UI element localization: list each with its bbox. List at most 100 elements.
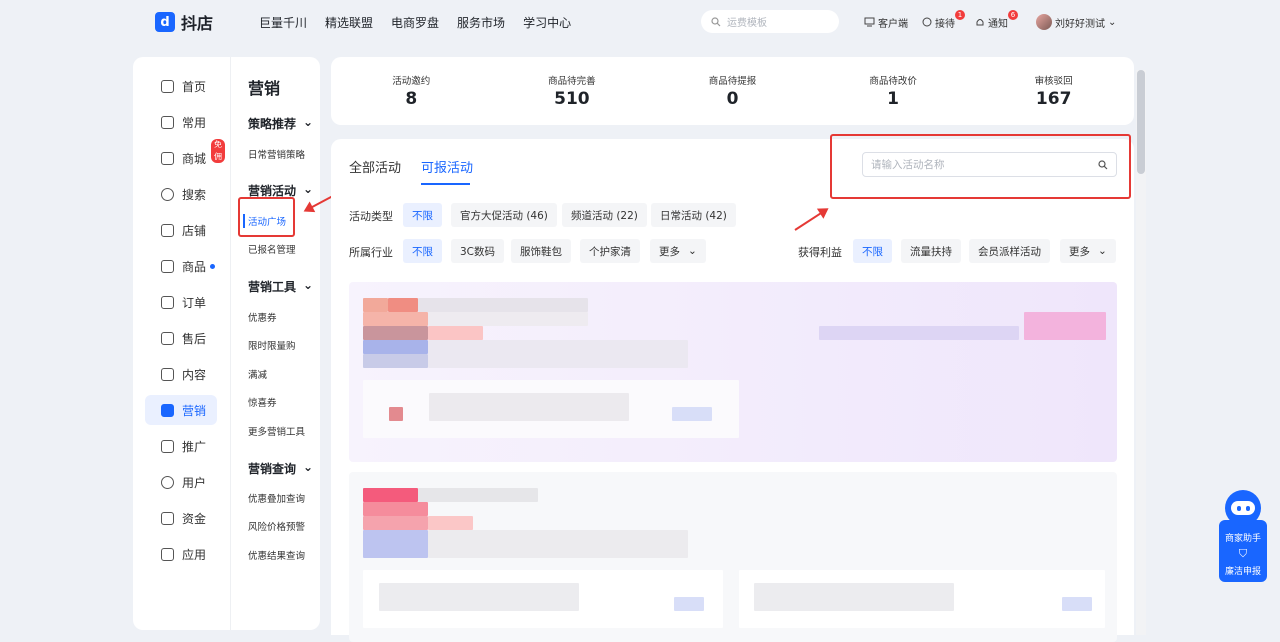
headset-icon xyxy=(922,17,932,27)
filter-benefit-option[interactable]: 不限 xyxy=(853,239,892,263)
search-icon xyxy=(161,187,174,201)
filter-industry-option[interactable]: 不限 xyxy=(403,239,442,263)
client-link[interactable]: 客户端 xyxy=(864,15,908,30)
sidebar-item-search[interactable]: 搜索 xyxy=(145,179,217,209)
blurred-content xyxy=(363,340,428,354)
subnav-item[interactable]: 优惠券 xyxy=(248,310,277,324)
filter-industry-option[interactable]: 个护家清 xyxy=(580,239,640,263)
subnav-item[interactable]: 已报名管理 xyxy=(248,242,296,256)
chevron-down-icon: ⌄ xyxy=(302,460,313,474)
brand-logo[interactable]: d 抖店 xyxy=(155,10,213,34)
blurred-content xyxy=(428,516,473,530)
activity-card[interactable] xyxy=(349,282,1117,462)
filter-type-option[interactable]: 频道活动 (22) xyxy=(562,203,647,227)
scrollbar-thumb[interactable] xyxy=(1137,70,1145,174)
notice-badge: 6 xyxy=(1008,9,1018,20)
filter-benefit-more[interactable]: 更多 ⌄ xyxy=(1060,239,1116,263)
merchant-assistant[interactable]: 商家助手 ⛉ 廉洁申报 xyxy=(1219,486,1267,582)
blurred-content xyxy=(429,393,629,421)
tab-available-activities[interactable]: 可报活动 xyxy=(421,157,473,176)
robot-icon xyxy=(1225,490,1261,526)
notice-link[interactable]: 通知 6 xyxy=(975,9,1018,30)
topnav-item[interactable]: 电商罗盘 xyxy=(391,14,439,31)
filter-type-option[interactable]: 官方大促活动 (46) xyxy=(451,203,557,227)
sidebar-item-funds[interactable]: 资金 xyxy=(145,503,217,533)
new-dot xyxy=(210,263,216,269)
topnav-item[interactable]: 精选联盟 xyxy=(325,14,373,31)
blurred-content xyxy=(418,298,588,312)
free-commission-badge: 免佣 xyxy=(211,139,225,163)
subnav-item[interactable]: 优惠叠加查询 xyxy=(248,491,305,505)
filter-type-option[interactable]: 不限 xyxy=(403,203,442,227)
subnav-item[interactable]: 优惠结果查询 xyxy=(248,548,305,562)
sidebar-item-label: 资金 xyxy=(182,511,207,526)
sidebar-item-common[interactable]: 常用 xyxy=(145,107,217,137)
blurred-content xyxy=(819,326,1019,340)
tab-all-activities[interactable]: 全部活动 xyxy=(349,157,401,176)
topnav-item[interactable]: 巨量千川 xyxy=(259,14,307,31)
stat-goods-pending[interactable]: 商品待提报 0 xyxy=(652,57,813,125)
topnav-item[interactable]: 服务市场 xyxy=(457,14,505,31)
sidebar-item-store[interactable]: 店铺 xyxy=(145,215,217,245)
subnav-item[interactable]: 惊喜券 xyxy=(248,395,277,409)
sidebar-item-promote[interactable]: 推广 xyxy=(145,431,217,461)
sidebar-item-label: 常用 xyxy=(182,115,207,130)
filter-industry-option[interactable]: 3C数码 xyxy=(451,239,505,263)
filter-industry-option[interactable]: 服饰鞋包 xyxy=(511,239,571,263)
sidebar-item-mall[interactable]: 商城 免佣 xyxy=(145,139,225,173)
subnav-group-label: 营销查询 xyxy=(248,462,297,476)
sidebar-item-content[interactable]: 内容 xyxy=(145,359,217,389)
blurred-content xyxy=(1024,312,1106,340)
store-icon xyxy=(161,223,174,237)
stat-label: 审核驳回 xyxy=(1034,76,1073,87)
subnav-item[interactable]: 限时限量购 xyxy=(248,338,296,352)
filter-benefit-option[interactable]: 会员派样活动 xyxy=(969,239,1050,263)
blurred-content xyxy=(428,312,588,326)
sidebar-item-aftersale[interactable]: 售后 xyxy=(145,323,217,353)
sidebar-item-orders[interactable]: 订单 xyxy=(145,287,217,317)
logo-icon: d xyxy=(155,12,175,32)
subnav-item[interactable]: 更多营销工具 xyxy=(248,424,305,438)
content-icon xyxy=(161,367,174,381)
user-menu[interactable]: 刘好好测试 ⌄ xyxy=(1036,14,1116,30)
assistant-panel[interactable]: 商家助手 ⛉ 廉洁申报 xyxy=(1219,520,1267,582)
filter-industry-more[interactable]: 更多 ⌄ xyxy=(650,239,706,263)
filter-benefit-option[interactable]: 流量扶持 xyxy=(901,239,961,263)
top-nav: 巨量千川 精选联盟 电商罗盘 服务市场 学习中心 xyxy=(259,14,589,31)
stat-value: 8 xyxy=(405,89,418,109)
stat-rejected[interactable]: 审核驳回 167 xyxy=(973,57,1134,125)
sidebar-item-users[interactable]: 用户 xyxy=(145,467,217,497)
topnav-item[interactable]: 学习中心 xyxy=(523,14,571,31)
sidebar-item-marketing[interactable]: 营销 xyxy=(145,395,217,425)
sidebar-item-home[interactable]: 首页 xyxy=(145,71,217,101)
integrity-report-label[interactable]: 廉洁申报 xyxy=(1225,564,1261,577)
activity-panel: 全部活动 可报活动 请输入活动名称 活动类型 不限 官方大促活动 (46) 频道… xyxy=(331,139,1134,642)
top-search-input[interactable]: 运费模板 xyxy=(701,10,839,33)
marketing-subnav: 营销 策略推荐 ⌄ 日常营销策略 营销活动 ⌄ 活动广场 已报名管理 营销工具 ⌄ 优… xyxy=(230,57,320,630)
blurred-content xyxy=(363,530,428,558)
sidebar-item-label: 营销 xyxy=(182,403,207,418)
sidebar-item-goods[interactable]: 商品 xyxy=(145,251,217,281)
folder-icon xyxy=(161,115,174,129)
sidebar-item-label: 搜索 xyxy=(182,187,207,202)
activity-card[interactable] xyxy=(349,472,1117,642)
subnav-item[interactable]: 风险价格预警 xyxy=(248,519,305,533)
chevron-down-icon: ⌄ xyxy=(1108,16,1117,28)
stat-price-change[interactable]: 商品待改价 1 xyxy=(813,57,974,125)
top-search-placeholder: 运费模板 xyxy=(727,18,767,29)
subnav-item[interactable]: 日常营销策略 xyxy=(248,147,305,161)
more-label: 更多 xyxy=(1069,245,1090,258)
stat-activity-invites[interactable]: 活动邀约 8 xyxy=(331,57,492,125)
subnav-group-label: 策略推荐 xyxy=(248,117,297,131)
subnav-group-tools[interactable]: 营销工具 ⌄ xyxy=(248,278,313,295)
subnav-item[interactable]: 满减 xyxy=(248,367,267,381)
blurred-content xyxy=(428,340,688,368)
filter-type-option[interactable]: 日常活动 (42) xyxy=(651,203,736,227)
sidebar-item-label: 商品 xyxy=(182,259,207,274)
reception-link[interactable]: 接待 1 xyxy=(922,9,965,30)
sidebar-item-apps[interactable]: 应用 xyxy=(145,539,217,569)
stat-goods-incomplete[interactable]: 商品待完善 510 xyxy=(492,57,653,125)
subnav-group-query[interactable]: 营销查询 ⌄ xyxy=(248,460,313,477)
subnav-group-strategy[interactable]: 策略推荐 ⌄ xyxy=(248,115,313,132)
assistant-label[interactable]: 商家助手 xyxy=(1225,531,1261,544)
